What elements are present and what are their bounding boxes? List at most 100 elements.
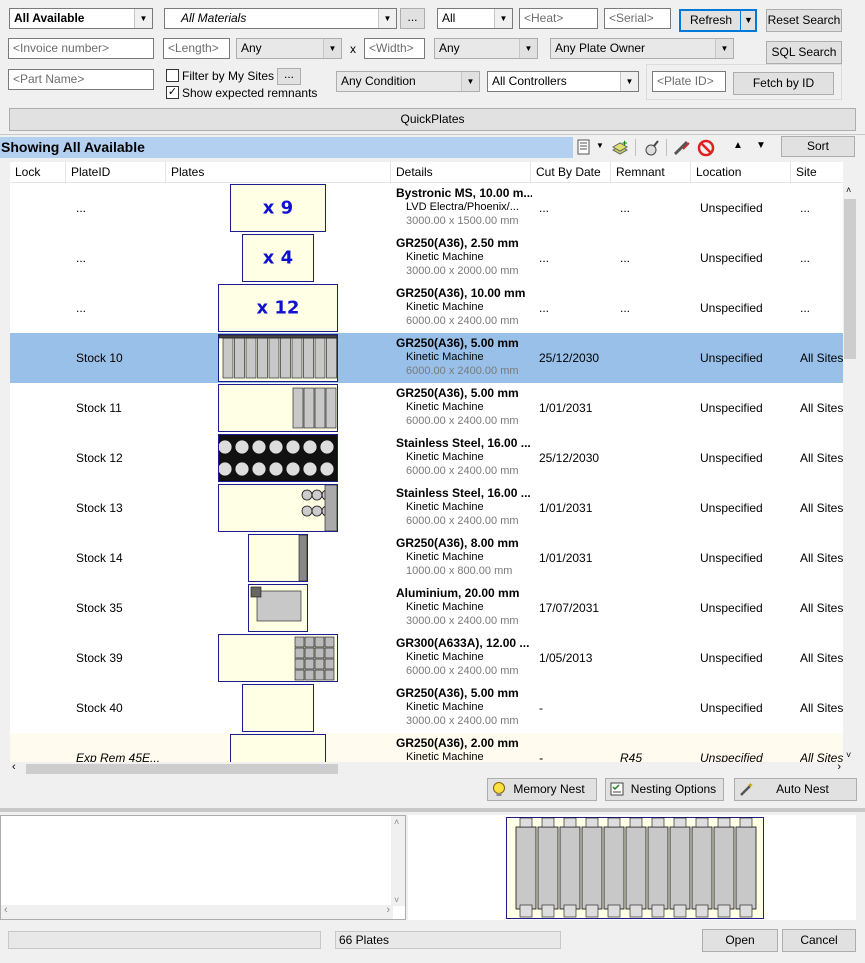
column-header-site[interactable]: Site bbox=[791, 162, 843, 183]
panel-vertical-scrollbar[interactable]: ˄ ˅ bbox=[391, 816, 405, 906]
refresh-button[interactable]: Refresh ▼ bbox=[679, 9, 757, 32]
column-header-plates[interactable]: Plates bbox=[166, 162, 391, 183]
sort-button[interactable]: Sort bbox=[781, 136, 855, 157]
availability-select[interactable]: All Available ▼ bbox=[9, 8, 153, 29]
column-header-remnant[interactable]: Remnant bbox=[611, 162, 691, 183]
grid-vertical-scrollbar[interactable]: ˄ ˅ bbox=[843, 183, 857, 762]
nesting-options-button[interactable]: Nesting Options bbox=[605, 778, 724, 801]
cancel-button[interactable]: Cancel bbox=[782, 929, 856, 952]
length-input[interactable]: <Length> bbox=[163, 38, 230, 59]
sql-search-button[interactable]: SQL Search bbox=[766, 41, 842, 64]
plate-thumbnail[interactable]: R bbox=[230, 734, 326, 762]
show-remnants-checkbox[interactable]: ✓ bbox=[166, 86, 179, 99]
fetch-by-id-button[interactable]: Fetch by ID bbox=[733, 72, 834, 95]
scroll-up-icon[interactable]: ˄ bbox=[846, 185, 851, 195]
condition-select[interactable]: Any Condition ▼ bbox=[336, 71, 480, 92]
column-header-details[interactable]: Details bbox=[391, 162, 531, 183]
plates-grid[interactable]: ... x 9 Bystronic MS, 10.00 m... LVD Electr… bbox=[10, 183, 843, 762]
plate-owner-select[interactable]: Any Plate Owner ▼ bbox=[550, 38, 734, 59]
preview-part bbox=[735, 826, 757, 910]
table-row[interactable]: Exp Rem 45E... R GR250(A36), 2.00 mmKineti… bbox=[10, 733, 843, 762]
site-cell: All Sites bbox=[800, 551, 843, 565]
scroll-left-icon[interactable]: ‹ bbox=[12, 761, 16, 773]
chevron-down-icon: ▼ bbox=[378, 9, 396, 28]
move-down-icon[interactable]: ▼ bbox=[756, 140, 766, 151]
plate-thumbnail[interactable] bbox=[248, 534, 308, 582]
grid-horizontal-scrollbar[interactable]: ‹ › bbox=[10, 761, 843, 776]
edit-icon[interactable] bbox=[673, 139, 691, 157]
table-row[interactable]: ... x 12 GR250(A36), 10.00 mm Kinetic Machi… bbox=[10, 283, 843, 333]
scroll-down-icon[interactable]: ˅ bbox=[394, 895, 399, 905]
column-header-lock[interactable]: Lock bbox=[10, 162, 66, 183]
sites-ellipsis-button[interactable]: ... bbox=[277, 68, 301, 85]
plate-id-input[interactable]: <Plate ID> bbox=[652, 71, 726, 92]
scroll-right-icon[interactable]: › bbox=[386, 904, 390, 916]
chevron-down-icon[interactable]: ▼ bbox=[740, 10, 756, 31]
invoice-input[interactable]: <Invoice number> bbox=[8, 38, 154, 59]
size-text: 3000.00 x 2000.00 mm bbox=[406, 265, 519, 277]
panel-splitter[interactable] bbox=[0, 808, 865, 812]
plate-thumbnail[interactable] bbox=[242, 684, 314, 732]
material-text: GR250(A36), 2.00 mm bbox=[396, 736, 519, 750]
plate-thumbnail[interactable]: x 12 bbox=[218, 284, 338, 332]
plate-thumbnail[interactable] bbox=[218, 634, 338, 682]
plate-thumbnail[interactable]: x 4 bbox=[242, 234, 314, 282]
table-row[interactable]: ... x 4 GR250(A36), 2.50 mm Kinetic Machine… bbox=[10, 233, 843, 283]
plate-thumbnail[interactable] bbox=[248, 584, 308, 632]
plate-thumbnail[interactable]: x 9 bbox=[230, 184, 326, 232]
details-cell: GR250(A36), 5.00 mm Kinetic Machine 3000.0… bbox=[396, 686, 532, 728]
reset-search-button[interactable]: Reset Search bbox=[766, 9, 842, 32]
report-icon[interactable] bbox=[576, 139, 592, 155]
plate-thumbnail[interactable] bbox=[218, 434, 338, 482]
material-text: GR250(A36), 10.00 mm bbox=[396, 286, 526, 300]
plate-thumbnail[interactable] bbox=[218, 334, 338, 382]
scroll-down-icon[interactable]: ˅ bbox=[846, 750, 851, 760]
table-row[interactable]: Stock 11 GR250(A36), 5.00 mm Kinetic Machi… bbox=[10, 383, 843, 433]
filter-by-sites-checkbox[interactable] bbox=[166, 69, 179, 82]
scroll-left-icon[interactable]: ‹ bbox=[4, 904, 8, 916]
panel-horizontal-scrollbar[interactable]: ‹ › bbox=[1, 904, 393, 919]
serial-input[interactable]: <Serial> bbox=[604, 8, 671, 29]
table-row[interactable]: ... x 9 Bystronic MS, 10.00 m... LVD Electr… bbox=[10, 183, 843, 233]
location-cell: Unspecified bbox=[700, 351, 763, 365]
chevron-down-icon[interactable]: ▼ bbox=[596, 141, 604, 150]
table-row[interactable]: Stock 39 GR300(A633A), 12.00 ... Kinetic M… bbox=[10, 633, 843, 683]
materials-ellipsis-button[interactable]: ... bbox=[400, 8, 425, 29]
scrollbar-thumb[interactable] bbox=[844, 199, 856, 359]
part-name-input[interactable]: <Part Name> bbox=[8, 69, 154, 90]
delete-icon[interactable] bbox=[697, 139, 715, 157]
materials-select[interactable]: All Materials ▼ bbox=[164, 8, 397, 29]
table-row[interactable]: Stock 13 Stainless Steel, 16.00 ... Kineti… bbox=[10, 483, 843, 533]
remnant-cell: ... bbox=[620, 201, 631, 215]
table-row[interactable]: Stock 10 GR250(A36), 5.00 mm Kinetic Machi… bbox=[10, 333, 843, 383]
move-up-icon[interactable]: ▲ bbox=[733, 140, 743, 151]
scrollbar-thumb[interactable] bbox=[26, 764, 338, 774]
quickplates-button[interactable]: QuickPlates bbox=[9, 108, 856, 131]
scroll-right-icon[interactable]: › bbox=[837, 761, 841, 773]
plate-count-label: 66 Plates bbox=[335, 931, 561, 949]
open-button[interactable]: Open bbox=[702, 929, 778, 952]
table-row[interactable]: Stock 40 GR250(A36), 5.00 mm Kinetic Machi… bbox=[10, 683, 843, 733]
column-header-location[interactable]: Location bbox=[691, 162, 791, 183]
width-any-select[interactable]: Any ▼ bbox=[434, 38, 538, 59]
table-row[interactable]: Stock 14 GR250(A36), 8.00 mm Kinetic Machi… bbox=[10, 533, 843, 583]
all-select[interactable]: All ▼ bbox=[437, 8, 513, 29]
column-header-plateid[interactable]: PlateID bbox=[66, 162, 166, 183]
plate-id-cell: Stock 10 bbox=[76, 351, 123, 365]
site-cell: All Sites bbox=[800, 701, 843, 715]
plate-thumbnail[interactable] bbox=[218, 384, 338, 432]
scroll-up-icon[interactable]: ˄ bbox=[394, 817, 399, 827]
site-cell: All Sites bbox=[800, 501, 843, 515]
length-any-select[interactable]: Any ▼ bbox=[236, 38, 342, 59]
memory-nest-button[interactable]: Memory Nest bbox=[487, 778, 597, 801]
pin-icon[interactable] bbox=[643, 139, 661, 157]
heat-input[interactable]: <Heat> bbox=[519, 8, 598, 29]
table-row[interactable]: Stock 35 Aluminium, 20.00 mm Kinetic Machi… bbox=[10, 583, 843, 633]
auto-nest-button[interactable]: ✦ Auto Nest bbox=[734, 778, 857, 801]
add-plate-icon[interactable]: + bbox=[611, 139, 629, 157]
plate-thumbnail[interactable] bbox=[218, 484, 338, 532]
table-row[interactable]: Stock 12 Stainless Steel, 16.00 ... Kineti… bbox=[10, 433, 843, 483]
width-input[interactable]: <Width> bbox=[364, 38, 425, 59]
column-header-cut-by-date[interactable]: Cut By Date bbox=[531, 162, 611, 183]
controllers-select[interactable]: All Controllers ▼ bbox=[487, 71, 639, 92]
